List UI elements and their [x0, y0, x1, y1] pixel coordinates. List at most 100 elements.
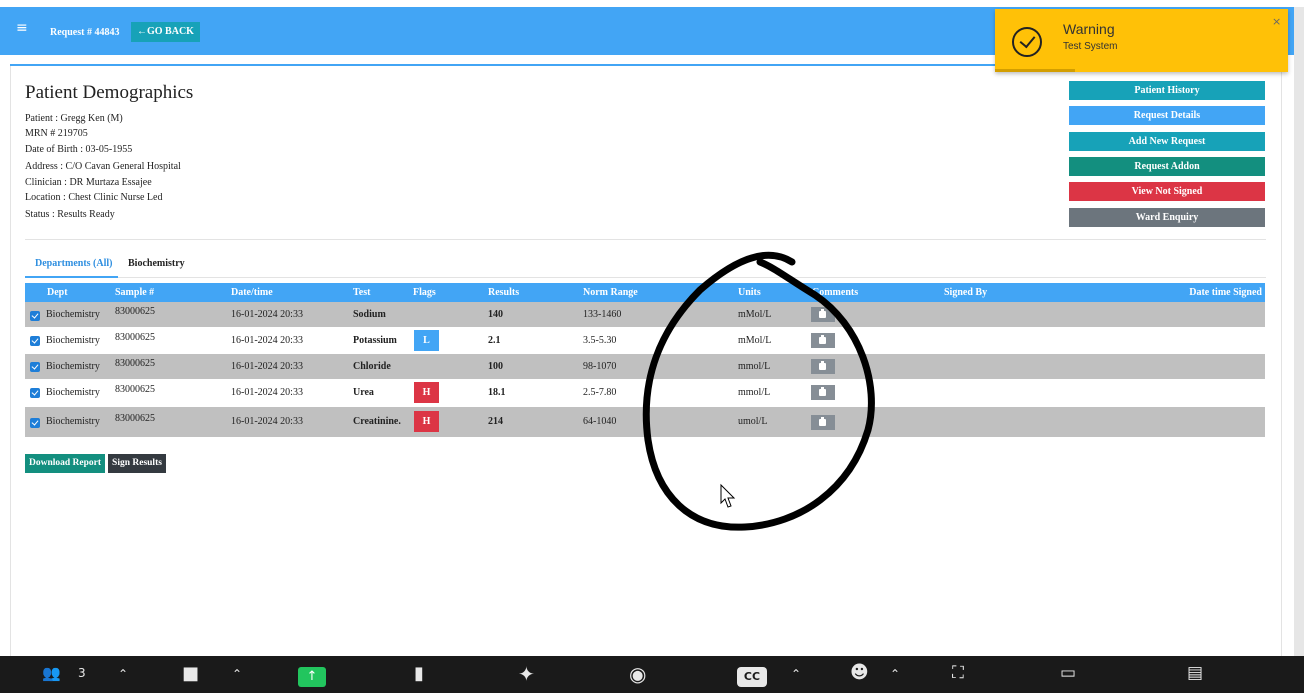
- captions-icon[interactable]: CC: [737, 667, 767, 687]
- arrow-left-icon: ←: [137, 26, 147, 37]
- cell-range: 98-1070: [583, 361, 617, 372]
- record-icon[interactable]: ◉: [629, 662, 646, 686]
- col-dept[interactable]: Dept: [47, 283, 68, 302]
- tabs-divider: [25, 277, 1266, 278]
- col-signed-by[interactable]: Signed By: [944, 283, 987, 302]
- flag-low-badge: L: [414, 330, 439, 351]
- divider: [25, 239, 1266, 240]
- cell-range: 3.5-5.30: [583, 335, 617, 346]
- chevron-up-icon[interactable]: ⌃: [232, 667, 242, 681]
- cell-test: Sodium: [353, 309, 386, 320]
- table-row[interactable]: Biochemistry 83000625 16-01-2024 20:33 C…: [25, 407, 1265, 437]
- chevron-up-icon[interactable]: ⌃: [890, 667, 900, 681]
- cell-dept: Biochemistry: [46, 387, 100, 398]
- ai-sparkle-icon[interactable]: ✦: [518, 662, 535, 686]
- cell-result: 18.1: [488, 387, 506, 398]
- table-row[interactable]: Biochemistry 83000625 16-01-2024 20:33 S…: [25, 302, 1265, 327]
- clipboard-icon[interactable]: [811, 359, 835, 374]
- row-checkbox[interactable]: [30, 311, 40, 321]
- toast-message: Test System: [1063, 41, 1118, 52]
- share-screen-icon[interactable]: ↑: [298, 667, 326, 687]
- cell-range: 2.5-7.80: [583, 387, 617, 398]
- col-results[interactable]: Results: [488, 283, 519, 302]
- request-addon-button[interactable]: Request Addon: [1069, 157, 1265, 176]
- warning-toast: Warning Test System ×: [995, 9, 1288, 72]
- row-checkbox[interactable]: [30, 336, 40, 346]
- toast-title: Warning: [1063, 21, 1115, 37]
- table-row[interactable]: Biochemistry 83000625 16-01-2024 20:33 U…: [25, 379, 1265, 407]
- add-new-request-button[interactable]: Add New Request: [1069, 132, 1265, 151]
- cell-result: 100: [488, 361, 503, 372]
- reactions-icon[interactable]: ☻: [850, 662, 869, 683]
- cell-units: umol/L: [738, 416, 768, 427]
- whiteboard-icon[interactable]: ▭: [1060, 663, 1076, 683]
- request-status: Status : Results Ready: [25, 209, 115, 220]
- row-checkbox[interactable]: [30, 362, 40, 372]
- patient-location: Location : Chest Clinic Nurse Led: [25, 192, 163, 203]
- cell-units: mMol/L: [738, 335, 772, 346]
- participants-count: 3: [78, 666, 86, 680]
- check-circle-icon: [1012, 27, 1042, 57]
- cell-test: Chloride: [353, 361, 391, 372]
- col-date-time-signed[interactable]: Date time Signed: [1189, 283, 1262, 302]
- close-icon[interactable]: ×: [1272, 15, 1281, 28]
- cell-result: 140: [488, 309, 503, 320]
- cell-result: 2.1: [488, 335, 501, 346]
- col-flags[interactable]: Flags: [413, 283, 436, 302]
- ward-enquiry-button[interactable]: Ward Enquiry: [1069, 208, 1265, 227]
- cell-dept: Biochemistry: [46, 361, 100, 372]
- cell-datetime: 16-01-2024 20:33: [231, 309, 303, 320]
- chevron-up-icon[interactable]: ⌃: [791, 667, 801, 681]
- col-comments[interactable]: Comments: [812, 283, 858, 302]
- cell-test: Creatinine.: [353, 416, 401, 427]
- cell-sample: 83000625: [115, 384, 155, 395]
- cell-datetime: 16-01-2024 20:33: [231, 361, 303, 372]
- flag-high-badge: H: [414, 411, 439, 432]
- clipboard-icon[interactable]: [811, 385, 835, 400]
- clipboard-icon[interactable]: [811, 307, 835, 322]
- cell-datetime: 16-01-2024 20:33: [231, 416, 303, 427]
- table-row[interactable]: Biochemistry 83000625 16-01-2024 20:33 P…: [25, 327, 1265, 354]
- results-table-header: Dept Sample # Date/time Test Flags Resul…: [25, 283, 1265, 302]
- cell-sample: 83000625: [115, 413, 155, 424]
- col-datetime[interactable]: Date/time: [231, 283, 273, 302]
- sign-results-button[interactable]: Sign Results: [108, 454, 166, 473]
- tab-biochemistry[interactable]: Biochemistry: [128, 258, 185, 269]
- clipboard-icon[interactable]: [811, 415, 835, 430]
- patient-clinician: Clinician : DR Murtaza Essajee: [25, 177, 152, 188]
- patient-name: Patient : Gregg Ken (M): [25, 113, 123, 124]
- toast-progress: [995, 69, 1075, 72]
- patient-dob: Date of Birth : 03-05-1955: [25, 144, 133, 155]
- page-title: Patient Demographics: [25, 82, 194, 103]
- page-scrollbar[interactable]: [1294, 7, 1304, 657]
- table-row[interactable]: Biochemistry 83000625 16-01-2024 20:33 C…: [25, 354, 1265, 379]
- meeting-toolbar: 👥 3 ⌃ ■ ⌃ ↑ ▮ ✦ ◉ CC ⌃ ☻ ⌃ ⛶ ▭ ▤: [0, 656, 1304, 693]
- apps-icon[interactable]: ⛶: [952, 663, 964, 683]
- cell-test: Urea: [353, 387, 374, 398]
- download-report-button[interactable]: Download Report: [25, 454, 105, 473]
- document-icon[interactable]: ▮: [414, 663, 424, 684]
- tab-departments-all[interactable]: Departments (All): [35, 258, 112, 269]
- participants-icon[interactable]: 👥: [42, 664, 61, 682]
- chat-icon[interactable]: ■: [182, 663, 199, 684]
- patient-history-button[interactable]: Patient History: [1069, 81, 1265, 100]
- request-details-button[interactable]: Request Details: [1069, 106, 1265, 125]
- cell-datetime: 16-01-2024 20:33: [231, 387, 303, 398]
- request-number: Request # 44843: [50, 27, 120, 38]
- view-not-signed-button[interactable]: View Not Signed: [1069, 182, 1265, 201]
- clipboard-icon[interactable]: [811, 333, 835, 348]
- row-checkbox[interactable]: [30, 388, 40, 398]
- cell-datetime: 16-01-2024 20:33: [231, 335, 303, 346]
- notes-icon[interactable]: ▤: [1187, 663, 1203, 683]
- hamburger-icon[interactable]: ≡: [16, 20, 28, 36]
- chevron-up-icon[interactable]: ⌃: [118, 667, 128, 681]
- go-back-label: GO BACK: [147, 26, 194, 37]
- col-norm-range[interactable]: Norm Range: [583, 283, 638, 302]
- row-checkbox[interactable]: [30, 418, 40, 428]
- go-back-button[interactable]: ←GO BACK: [131, 22, 200, 42]
- active-tab-indicator: [25, 276, 118, 278]
- cell-sample: 83000625: [115, 358, 155, 369]
- col-test[interactable]: Test: [353, 283, 370, 302]
- col-sample[interactable]: Sample #: [115, 283, 154, 302]
- col-units[interactable]: Units: [738, 283, 761, 302]
